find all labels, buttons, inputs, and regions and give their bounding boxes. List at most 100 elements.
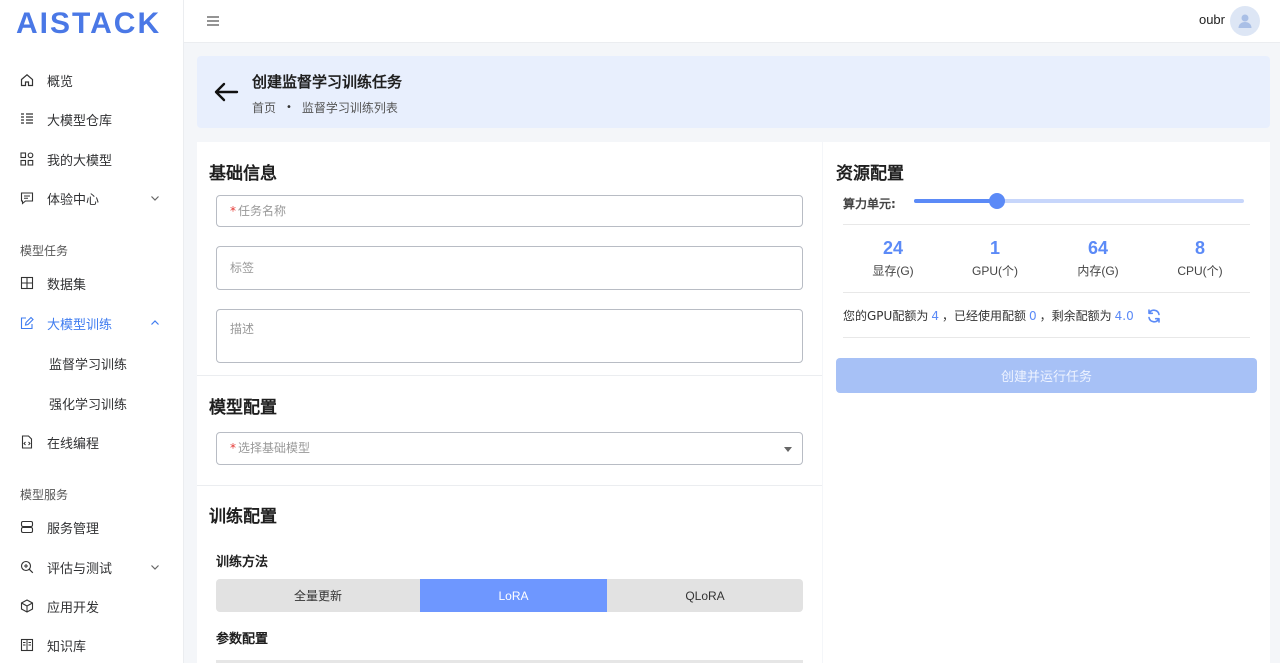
logo-text: AISTACK [16,7,162,40]
sidebar-item-label: 在线编程 [47,436,100,452]
breadcrumb: 首页 • 监督学习训练列表 [252,99,398,116]
sidebar-item-label: 体验中心 [47,192,100,208]
method-option-lora[interactable]: LoRA [420,579,607,612]
section-title-resources: 资源配置 [836,164,904,184]
sidebar-item-label: 监督学习训练 [49,357,128,373]
required-mark: * [230,204,236,218]
refresh-icon[interactable] [1146,308,1162,324]
sidebar-item-experience[interactable]: 体验中心 [0,180,183,216]
top-header: oubr [184,0,1280,43]
divider [843,224,1250,225]
breadcrumb-home[interactable]: 首页 [252,99,276,116]
stat-value: 8 [1194,238,1205,258]
server-icon [20,520,34,534]
breadcrumb-list[interactable]: 监督学习训练列表 [302,99,398,116]
home-icon [20,73,34,87]
sidebar-item-knowledge-base[interactable]: 知识库 [0,627,183,663]
stat-memory: 64 内存(G) [1048,238,1148,279]
sidebar-item-label: 数据集 [47,277,87,293]
sidebar-item-app-dev[interactable]: 应用开发 [0,588,183,624]
stat-label: CPU(个) [1177,264,1223,278]
method-option-qlora[interactable]: QLoRA [607,579,803,612]
edit-icon [20,316,34,330]
sidebar-item-online-coding[interactable]: 在线编程 [0,424,183,460]
sidebar-item-service-management[interactable]: 服务管理 [0,509,183,545]
stat-value: 64 [1087,238,1109,258]
compute-unit-slider[interactable] [914,193,1244,209]
gpu-quota-info: 您的GPU配额为 4 ，已经使用配额 0 ，剩余配额为 4.0 [843,307,1162,324]
cube-icon [20,599,34,613]
create-and-run-button[interactable]: 创建并运行任务 [836,358,1257,393]
breadcrumb-separator: • [286,102,292,113]
stat-vram: 24 显存(G) [843,238,943,279]
sidebar-item-evaluation[interactable]: 评估与测试 [0,549,183,585]
quota-total: 4 [931,308,939,323]
sidebar-item-datasets[interactable]: 数据集 [0,265,183,301]
sidebar-subitem-supervised[interactable]: 监督学习训练 [0,345,183,381]
slider-fill [914,199,997,203]
stat-label: 显存(G) [872,264,914,278]
slider-thumb[interactable] [988,193,1005,209]
base-model-select[interactable]: * 选择基础模型 [216,432,803,465]
logo[interactable]: AISTACK [16,7,162,40]
required-mark: * [230,441,236,455]
user-icon [1238,14,1252,28]
sidebar-item-model-training[interactable]: 大模型训练 [0,305,183,341]
divider [843,292,1250,293]
divider [197,485,822,486]
sidebar-item-label: 强化学习训练 [49,397,128,413]
section-title-training: 训练配置 [209,507,277,527]
chevron-down-icon [151,565,159,570]
chevron-down-icon [151,196,159,201]
description-textarea[interactable]: 描述 [216,309,803,363]
stat-gpu: 1 GPU(个) [945,238,1045,279]
stat-label: GPU(个) [972,264,1018,278]
group-label-tasks: 模型任务 [20,244,69,258]
tags-input[interactable]: 标签 [216,246,803,290]
method-option-full[interactable]: 全量更新 [216,579,420,612]
divider [843,337,1250,338]
page-header: 创建监督学习训练任务 首页 • 监督学习训练列表 [197,56,1270,128]
code-file-icon [20,435,34,449]
stat-cpu: 8 CPU(个) [1150,238,1250,279]
apps-icon [20,152,34,166]
quota-used: 0 [1028,308,1037,323]
page-title: 创建监督学习训练任务 [252,73,403,91]
book-icon [20,638,34,652]
username[interactable]: oubr [1199,12,1225,27]
description-placeholder: 描述 [230,322,255,336]
section-title-model: 模型配置 [209,398,277,418]
quota-prefix: 您的GPU配额为 [843,309,929,323]
sidebar-item-label: 大模型仓库 [47,113,113,129]
task-name-placeholder: 任务名称 [238,204,287,218]
sidebar: AISTACK 概览 大模型仓库 我的大模型 体验中心 模型任务 数据集 大模型… [0,0,184,663]
caret-down-icon [784,447,792,452]
menu-toggle-icon[interactable] [206,14,220,28]
list-icon [20,112,34,126]
divider [197,375,822,376]
stat-value: 1 [989,238,1000,258]
sidebar-item-label: 概览 [47,74,74,90]
sidebar-item-my-models[interactable]: 我的大模型 [0,141,183,177]
sidebar-item-label: 知识库 [47,639,87,655]
chevron-up-icon [151,320,159,325]
sidebar-item-label: 应用开发 [47,600,100,616]
section-title-basic: 基础信息 [209,164,277,184]
sidebar-subitem-reinforcement[interactable]: 强化学习训练 [0,385,183,421]
back-arrow-icon[interactable] [213,80,239,104]
chat-icon [20,191,34,205]
compute-unit-label: 算力单元: [843,197,896,211]
group-label-services: 模型服务 [20,488,69,502]
task-name-input[interactable]: * 任务名称 [216,195,803,227]
form-card: 基础信息 * 任务名称 标签 描述 模型配置 * 选择基础模型 训练配置 训练方法 … [197,142,822,663]
tags-placeholder: 标签 [230,261,255,275]
sidebar-item-label: 我的大模型 [47,153,113,169]
params-config-label: 参数配置 [216,632,269,647]
sidebar-item-label: 大模型训练 [47,317,113,333]
base-model-placeholder: 选择基础模型 [238,441,311,455]
avatar[interactable] [1230,6,1260,36]
sidebar-item-overview[interactable]: 概览 [0,62,183,98]
stat-label: 内存(G) [1077,264,1119,278]
sidebar-item-label: 评估与测试 [47,561,113,577]
sidebar-item-model-repo[interactable]: 大模型仓库 [0,101,183,137]
